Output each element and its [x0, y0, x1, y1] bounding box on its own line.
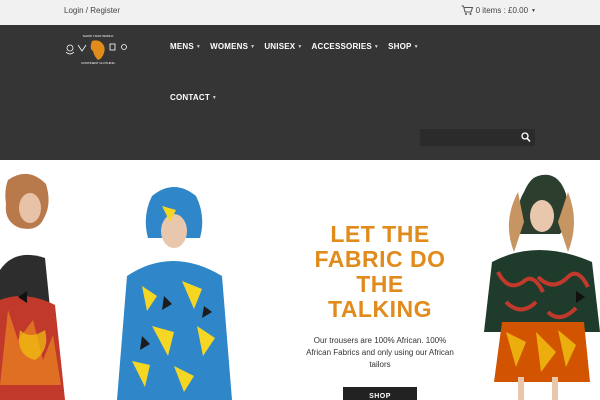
cart-icon	[461, 5, 473, 15]
hero-subtext: Our trousers are 100% African. 100% Afri…	[306, 336, 454, 369]
logo-text-bottom: CONTINENT CLOTHING	[81, 61, 115, 65]
main-nav: MENS ▼ WOMENS ▼ UNISEX ▼ ACCESSORIES ▼ SHOP ▼	[170, 42, 419, 51]
chevron-down-icon: ▼	[297, 43, 303, 50]
chevron-down-icon: ▼	[531, 7, 536, 14]
search-input[interactable]	[420, 131, 520, 148]
cart-label: 0 items : £0.00	[475, 6, 529, 15]
chevron-down-icon: ▼	[250, 43, 256, 50]
model-image-center	[117, 187, 232, 400]
model-image-left	[0, 173, 65, 400]
slider-next-arrow[interactable]	[575, 291, 585, 303]
site-header: SHOW YOUR WORLD CONTINENT CLOTHING MENS ▼…	[0, 25, 600, 160]
search-box	[420, 129, 535, 148]
nav-unisex[interactable]: UNISEX ▼	[264, 42, 302, 51]
logo-text-top: SHOW YOUR WORLD	[83, 34, 115, 38]
slider-prev-arrow[interactable]	[18, 291, 28, 303]
chevron-down-icon: ▼	[211, 94, 218, 101]
hero-headline-line-3: THE	[356, 271, 404, 297]
hero-headline-line-4: TALKING	[327, 296, 432, 322]
login-register-link[interactable]: Login / Register	[64, 6, 120, 15]
shop-button[interactable]: SHOP	[343, 387, 417, 400]
nav-womens[interactable]: WOMENS ▼	[210, 42, 255, 51]
hero-headline: LET THE FABRIC DO THE TALKING	[300, 222, 460, 322]
hero-headline-line-2: FABRIC DO	[314, 246, 446, 272]
top-bar: Login / Register 0 items : £0.00 ▼	[0, 0, 600, 25]
model-image-right	[484, 174, 600, 400]
search-icon[interactable]	[521, 132, 531, 143]
nav-mens[interactable]: MENS ▼	[170, 42, 201, 51]
nav-contact[interactable]: CONTACT ▼	[170, 93, 217, 102]
chevron-down-icon: ▼	[195, 43, 202, 50]
cart-summary[interactable]: 0 items : £0.00 ▼	[461, 5, 536, 16]
site-logo[interactable]: SHOW YOUR WORLD CONTINENT CLOTHING	[62, 32, 134, 66]
hero-slider: LET THE FABRIC DO THE TALKING Our trouse…	[0, 160, 600, 400]
nav-shop[interactable]: SHOP ▼	[388, 42, 419, 51]
chevron-down-icon: ▼	[373, 43, 380, 50]
nav-accessories[interactable]: ACCESSORIES ▼	[311, 42, 379, 51]
hero-headline-line-1: LET THE	[330, 221, 430, 247]
chevron-down-icon: ▼	[413, 43, 419, 50]
